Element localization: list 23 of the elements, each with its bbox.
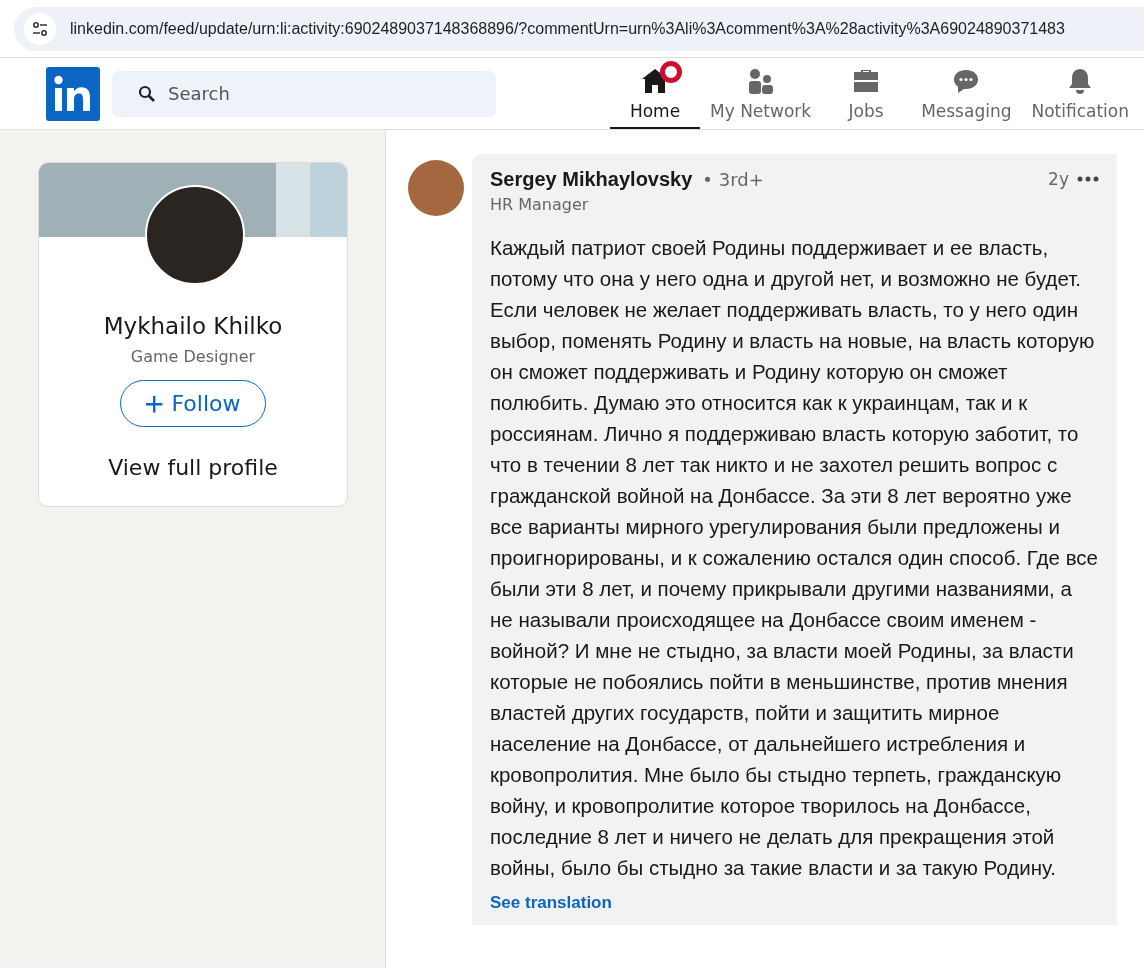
- avatar-placeholder[interactable]: [408, 160, 464, 216]
- profile-name[interactable]: Mykhailo Khilko: [103, 313, 283, 339]
- comment-text: Каждый патриот своей Родины поддерживает и ее власть, потому что она у него одна и другой нет, и возможно не будет. Если человек не желает поддерживать власть, то у него один выбор, поменять Родину и власть на новые, на власть которую он сможет поддерживать и Родину которую он сможет полюбить. Думаю это относится как к украинцам, так и к россиянам. Лично я поддерживаю власть которую заботит, то что в течении 8 лет так никто и не захотел решить вопрос с гражданской войной на Донбассе. За эти 8 лет вероятно уже все варианты мирного урегулирования были предложены и проигнорированы, и к сожалению остался один способ. Где все были эти 8 лет, и почему прикрывали другими названиями, а не называли происходящее на Донбассе своим именем - войной? И мне не стыдно, за власти моей Родины, за власти которые не побоялись пойти в меньшинстве, против мнения властей других государств, пойти и защитить мирное население на Донбассе, от дальнейшего истребления и кровопролития. Мне было бы стыдно терпеть, гражданскую войну, и кровопролитие которое творилось на Донбассе, последние 8 лет и ничего не делать для прекращения этой войны, было бы стыдно за такие власти и за такую Родину.: [490, 235, 1099, 881]
- nav-tab[interactable]: My Network: [700, 58, 822, 129]
- url-text: linkedin.com/feed/update/urn:li:activity:6902489037148368896/?commentUrn=urn%3Ali%3Acomment%3A%28activity%3A69024890371483: [70, 19, 1065, 38]
- nav-tab[interactable]: Messaging: [911, 58, 1022, 129]
- nav-tab[interactable]: Notification: [1021, 58, 1129, 129]
- address-bar[interactable]: linkedin.com/feed/update/urn:li:activity:6902489037148368896/?commentUrn=urn%3Ali%3Acomment%3A%28activity%3A69024890371483: [14, 6, 1144, 51]
- nav-tab[interactable]: Home: [610, 58, 700, 129]
- comment-time: 2y: [1048, 169, 1069, 189]
- view-profile-link[interactable]: View full profile: [108, 455, 278, 480]
- follow-button[interactable]: Follow: [120, 380, 266, 427]
- author-headline: HR Manager: [490, 195, 590, 214]
- linkedin-logo[interactable]: [46, 66, 100, 121]
- more-options-icon[interactable]: [1077, 176, 1099, 182]
- connection-degree: • 3rd+: [702, 169, 764, 190]
- see-translation-link[interactable]: See translation: [490, 893, 612, 912]
- search-field[interactable]: Search: [112, 70, 496, 117]
- site-settings-icon[interactable]: [24, 12, 56, 45]
- plus-icon: [145, 394, 164, 413]
- author-name[interactable]: Sergey Mikhaylovsky: [490, 168, 693, 191]
- nav-tab[interactable]: Jobs: [821, 58, 912, 129]
- profile-headline: Game Designer: [130, 347, 256, 366]
